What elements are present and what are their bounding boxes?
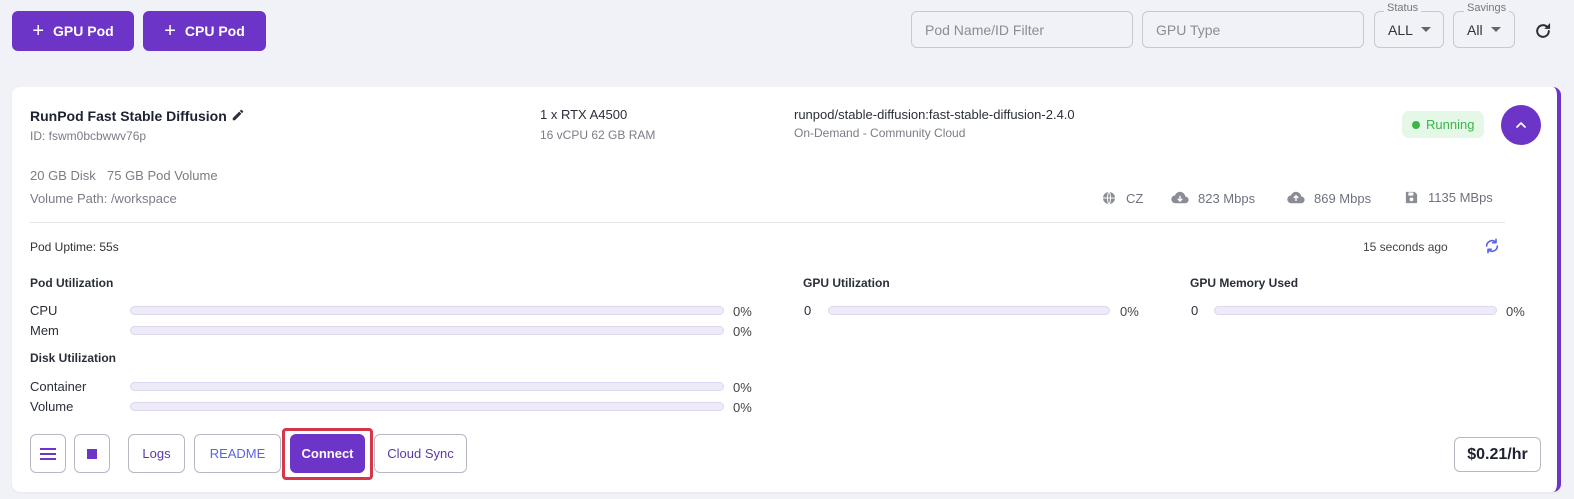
container-usage-bar <box>130 382 724 391</box>
chevron-down-icon <box>1420 27 1431 32</box>
collapse-button[interactable] <box>1501 105 1541 145</box>
savings-label: Savings <box>1464 2 1510 14</box>
gpu-type-placeholder: GPU Type <box>1156 21 1221 38</box>
cloud-sync-label: Cloud Sync <box>387 446 454 461</box>
machine-specs: 16 vCPU 62 GB RAM <box>540 128 656 142</box>
gpu-config: 1 x RTX A4500 <box>540 107 628 122</box>
connect-label: Connect <box>301 446 354 461</box>
pod-filter-placeholder: Pod Name/ID Filter <box>925 21 1045 38</box>
price-text: $0.21/hr <box>1467 445 1528 463</box>
disk-utilization-title: Disk Utilization <box>30 351 117 365</box>
pricing-plan: On-Demand - Community Cloud <box>794 126 966 140</box>
container-percent: 0% <box>733 380 752 395</box>
savings-select[interactable]: All <box>1453 11 1515 48</box>
chevron-down-icon <box>1490 27 1501 32</box>
gpu-pod-label: GPU Pod <box>53 23 114 39</box>
readme-button[interactable]: README <box>194 434 281 473</box>
status-badge: Running <box>1402 111 1484 138</box>
status-label: Status <box>1384 2 1422 14</box>
cpu-label: CPU <box>30 303 58 318</box>
volume-label: Volume <box>30 399 74 414</box>
download-stat: 823 Mbps <box>1171 190 1255 206</box>
pod-name: RunPod Fast Stable Diffusion <box>30 108 227 124</box>
volume-usage-bar <box>130 402 724 411</box>
location-text: CZ <box>1126 190 1144 206</box>
gpu-memory-bar <box>1214 306 1497 315</box>
hamburger-menu-icon <box>40 447 56 460</box>
pod-volume: 75 GB Pod Volume <box>107 168 218 183</box>
connect-button[interactable]: Connect <box>290 434 365 473</box>
last-updated: 15 seconds ago <box>1363 240 1448 254</box>
refresh-icon[interactable] <box>1533 21 1553 41</box>
logs-label: Logs <box>142 446 171 461</box>
cloud-download-icon <box>1171 191 1189 204</box>
pod-utilization-title: Pod Utilization <box>30 276 114 290</box>
save-disk-icon <box>1405 191 1418 204</box>
sync-icon[interactable] <box>1484 238 1500 254</box>
plus-icon: + <box>164 20 176 42</box>
volume-percent: 0% <box>733 400 752 415</box>
cloud-upload-icon <box>1287 191 1305 204</box>
disk-size: 20 GB Disk <box>30 168 96 183</box>
download-speed: 823 Mbps <box>1198 190 1256 206</box>
gpu-memory-title: GPU Memory Used <box>1190 276 1299 290</box>
menu-button[interactable] <box>30 434 66 473</box>
pod-uptime: Pod Uptime: 55s <box>30 240 119 254</box>
readme-label: README <box>209 446 266 461</box>
edit-pencil-icon[interactable] <box>231 108 245 122</box>
stop-icon <box>87 448 97 459</box>
status-value: ALL <box>1388 21 1413 38</box>
mem-usage-bar <box>130 326 724 335</box>
pod-id: ID: fswm0bcbwwv76p <box>30 129 147 143</box>
cpu-percent: 0% <box>733 304 752 319</box>
cpu-pod-label: CPU Pod <box>184 23 245 39</box>
disk-speed: 1135 MBps <box>1428 190 1493 205</box>
globe-icon <box>1103 191 1115 205</box>
status-text: Running <box>1426 117 1475 132</box>
pod-card: RunPod Fast Stable Diffusion ID: fswm0bc… <box>12 87 1561 492</box>
upload-speed: 869 Mbps <box>1314 190 1372 206</box>
gpu-memory-percent: 0% <box>1506 304 1525 319</box>
cloud-sync-button[interactable]: Cloud Sync <box>374 434 467 473</box>
container-image: runpod/stable-diffusion:fast-stable-diff… <box>794 107 1075 122</box>
upload-stat: 869 Mbps <box>1287 190 1371 206</box>
hourly-price: $0.21/hr <box>1454 437 1541 472</box>
logs-button[interactable]: Logs <box>128 434 185 473</box>
location-stat: CZ <box>1101 190 1143 206</box>
gpu-index: 0 <box>804 303 812 318</box>
disk-speed-stat: 1135 MBps <box>1404 190 1493 205</box>
add-gpu-pod-button[interactable]: + GPU Pod <box>12 11 134 51</box>
pod-filter-input[interactable]: Pod Name/ID Filter <box>911 11 1133 48</box>
gpu-percent: 0% <box>1120 304 1139 319</box>
mem-percent: 0% <box>733 324 752 339</box>
add-cpu-pod-button[interactable]: + CPU Pod <box>143 11 266 51</box>
volume-path: Volume Path: /workspace <box>30 191 177 206</box>
toolbar: + GPU Pod + CPU Pod Pod Name/ID Filter G… <box>0 0 1574 60</box>
plus-icon: + <box>32 20 44 42</box>
gpu-utilization-title: GPU Utilization <box>803 276 890 290</box>
cpu-usage-bar <box>130 306 724 315</box>
divider <box>30 222 1505 223</box>
status-select[interactable]: ALL <box>1374 11 1444 48</box>
status-dot-icon <box>1412 120 1420 129</box>
stop-button[interactable] <box>74 434 110 473</box>
gpu-usage-bar <box>828 306 1110 315</box>
gpu-type-input[interactable]: GPU Type <box>1142 11 1364 48</box>
gpu-memory-index: 0 <box>1191 303 1199 318</box>
chevron-up-icon <box>1516 122 1526 128</box>
mem-label: Mem <box>30 323 59 338</box>
savings-value: All <box>1467 21 1483 38</box>
container-label: Container <box>30 379 87 394</box>
